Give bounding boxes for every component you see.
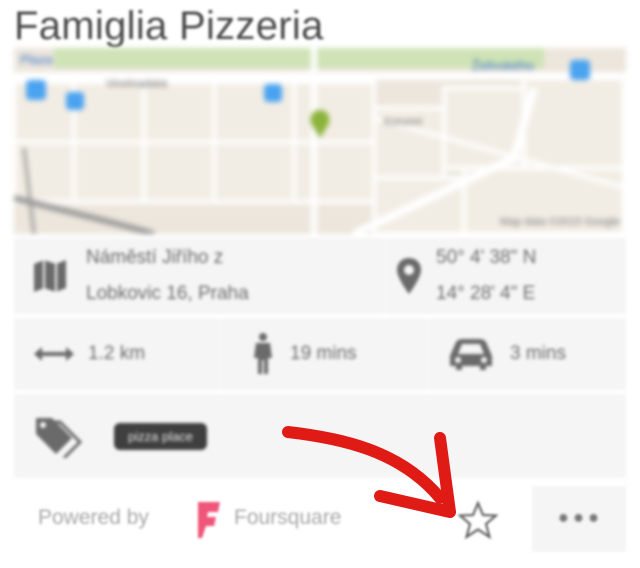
map-label-street-2: Korunní [384,116,423,128]
address-text: Náměstí Jiřího z Lobkovic 16, Praha [86,240,249,312]
address-cell[interactable]: Náměstí Jiřího z Lobkovic 16, Praha [14,238,384,314]
distance-cell[interactable]: 1.2 km [14,318,218,390]
map-label-top-left: Plaza [20,52,53,67]
walk-time-cell[interactable]: 19 mins [222,318,426,390]
info-row-location: Náměstí Jiřího z Lobkovic 16, Praha 50° … [14,238,626,314]
walking-person-icon [254,333,272,374]
map-label-top-right: Želivského [472,58,535,73]
venue-title: Famiglia Pizzeria [14,4,324,48]
more-options-dots: ••• [556,506,602,532]
foursquare-logo-icon[interactable] [194,500,224,540]
info-row-distance: 1.2 km 19 mins 3 mins [14,318,626,390]
map-view[interactable]: Plaza Vinohradská Korunní Želivského Map… [14,48,626,234]
address-line-2: Lobkovic 16, Praha [86,283,249,304]
coordinates-text: 50° 4' 38" N 14° 28' 4" E [436,240,536,312]
map-label-street-1: Vinohradská [106,78,167,90]
walk-time-text: 19 mins [290,343,357,364]
map-background [14,48,626,234]
address-line-1: Náměstí Jiřího z [86,247,224,268]
longitude: 14° 28' 4" E [436,283,536,304]
coordinates-cell[interactable]: 50° 4' 38" N 14° 28' 4" E [388,238,626,314]
drive-time-cell[interactable]: 3 mins [430,318,626,390]
more-options-button[interactable]: ••• [532,486,626,552]
tags-icon [36,418,83,458]
powered-by-label: Powered by [38,506,149,529]
location-pin-icon [397,258,421,294]
car-icon [450,339,492,370]
drive-time-text: 3 mins [510,343,566,364]
distance-arrows-icon [34,347,74,361]
annotation-arrow-icon [282,426,456,518]
map-credit: Map data ©2015 Google [499,216,620,228]
map-icon [34,260,66,292]
category-tag[interactable]: pizza place [114,422,208,450]
latitude: 50° 4' 38" N [436,247,537,268]
distance-text: 1.2 km [88,343,146,364]
